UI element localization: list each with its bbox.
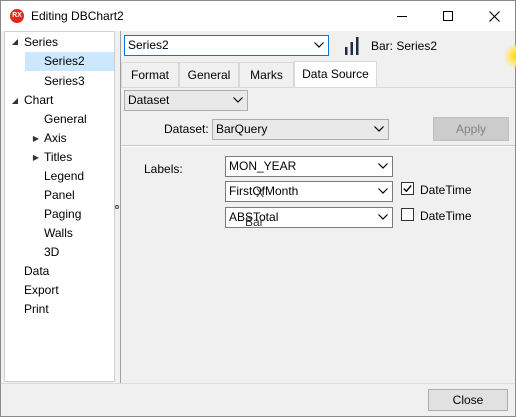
- app-icon: RX: [10, 9, 24, 23]
- series-select[interactable]: Series2: [124, 35, 329, 56]
- title-bar: RX Editing DBChart2: [1, 1, 515, 31]
- maximize-button[interactable]: [425, 1, 471, 31]
- tree-item-panel[interactable]: Panel: [41, 186, 78, 205]
- collapse-icon[interactable]: ◢: [10, 96, 20, 106]
- labels-field-select[interactable]: MON_YEAR: [225, 156, 393, 177]
- tree-item-general[interactable]: General: [41, 110, 90, 129]
- x-field-select[interactable]: FirstOfMonth X: [225, 181, 393, 202]
- navigation-tree[interactable]: ◢ Series Series2 Series3 ◢ Chart General…: [4, 31, 115, 382]
- tree-item-data[interactable]: Data: [21, 262, 52, 281]
- close-button[interactable]: Close: [428, 389, 508, 411]
- chevron-down-icon: [374, 120, 384, 138]
- tab-marks[interactable]: Marks: [239, 62, 294, 87]
- tree-item-label: Series2: [44, 54, 85, 68]
- collapse-icon[interactable]: ◢: [10, 37, 20, 47]
- close-icon: [488, 10, 500, 22]
- series-select-value: Series2: [128, 38, 169, 52]
- close-window-button[interactable]: [471, 1, 516, 31]
- y-field-select[interactable]: ABSTotal Bar: [225, 207, 393, 228]
- tab-divider: [121, 87, 515, 88]
- source-type-value: Dataset: [128, 93, 170, 107]
- x-datetime-label: DateTime: [420, 183, 472, 197]
- tab-data-source[interactable]: Data Source: [294, 61, 377, 88]
- chevron-down-icon: [378, 208, 388, 226]
- dataset-value: BarQuery: [216, 122, 268, 136]
- chevron-down-icon: [378, 157, 388, 175]
- minimize-button[interactable]: [379, 1, 425, 31]
- labels-field-value: MON_YEAR: [229, 159, 297, 173]
- bar-chart-icon: [345, 37, 359, 55]
- y-overlay-label: Bar: [245, 215, 264, 228]
- checkmark-icon: [403, 185, 412, 193]
- tree-item-3d[interactable]: 3D: [41, 243, 62, 262]
- dataset-select[interactable]: BarQuery: [212, 119, 389, 140]
- tree-item-series[interactable]: Series: [21, 33, 61, 52]
- tree-item-print[interactable]: Print: [21, 300, 52, 319]
- minimize-icon: [397, 15, 407, 17]
- maximize-icon: [443, 11, 453, 21]
- tree-item-titles[interactable]: Titles: [41, 148, 75, 167]
- y-datetime-checkbox[interactable]: [401, 208, 414, 221]
- editor-window: RX Editing DBChart2 ◢ Series Series2 Ser…: [0, 0, 516, 417]
- tree-item-paging[interactable]: Paging: [41, 205, 84, 224]
- tree-item-series3[interactable]: Series3: [41, 72, 88, 91]
- section-divider-highlight: [121, 146, 515, 147]
- tree-item-chart[interactable]: Chart: [21, 91, 56, 110]
- source-type-select[interactable]: Dataset: [124, 90, 248, 111]
- chevron-down-icon: [378, 182, 388, 200]
- apply-button[interactable]: Apply: [433, 117, 509, 141]
- tree-item-export[interactable]: Export: [21, 281, 62, 300]
- series-type-label: Bar: Series2: [371, 39, 438, 53]
- highlight-glow: [503, 45, 516, 67]
- splitter-handle[interactable]: [115, 205, 119, 209]
- chevron-down-icon: [233, 91, 243, 109]
- expand-icon[interactable]: ▶: [31, 134, 41, 144]
- dataset-label: Dataset:: [164, 122, 209, 136]
- tab-general[interactable]: General: [179, 62, 239, 87]
- y-datetime-label: DateTime: [420, 209, 472, 223]
- tree-item-axis[interactable]: Axis: [41, 129, 70, 148]
- window-title: Editing DBChart2: [31, 9, 124, 23]
- tree-item-walls[interactable]: Walls: [41, 224, 76, 243]
- tree-item-legend[interactable]: Legend: [41, 167, 87, 186]
- tree-item-series2[interactable]: Series2: [25, 52, 114, 71]
- tab-format[interactable]: Format: [121, 62, 179, 87]
- expand-icon[interactable]: ▶: [31, 153, 41, 163]
- x-overlay-label: X: [256, 186, 265, 200]
- labels-caption: Labels:: [144, 162, 183, 176]
- chevron-down-icon: [314, 36, 324, 54]
- x-datetime-checkbox[interactable]: [401, 182, 414, 195]
